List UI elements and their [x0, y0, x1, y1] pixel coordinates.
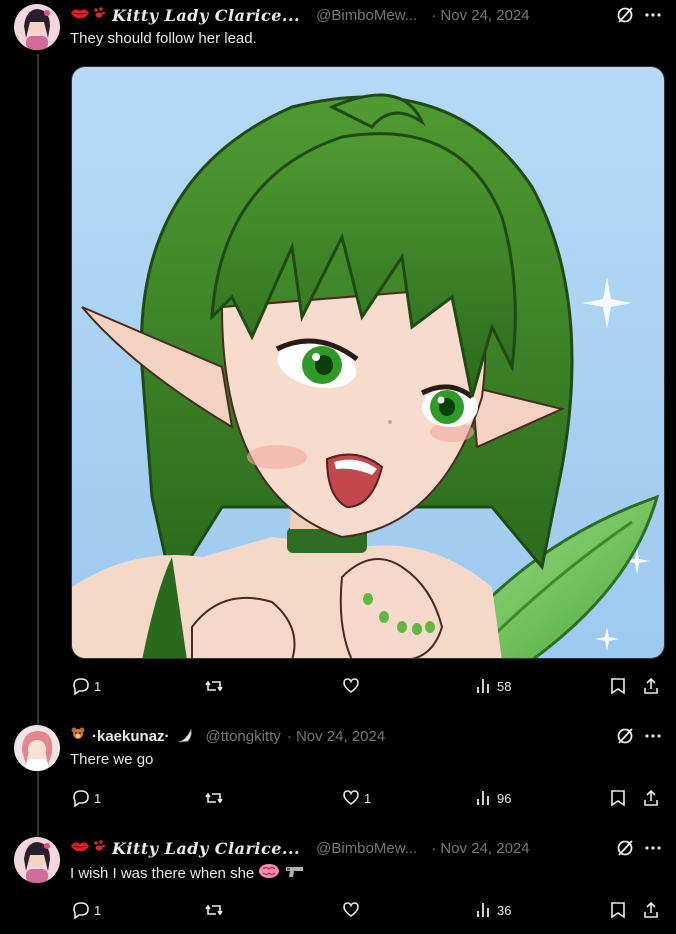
grok-icon[interactable] — [616, 727, 634, 745]
share-button[interactable] — [642, 899, 660, 921]
repost-icon — [205, 792, 223, 804]
share-icon — [644, 901, 658, 918]
avatar[interactable] — [14, 4, 60, 50]
header-actions — [616, 4, 662, 26]
reply-button[interactable]: 1 — [72, 787, 101, 809]
reply-button[interactable]: 1 — [72, 675, 101, 697]
post-text-row: I wish I was there when she — [70, 863, 306, 883]
lips-icon — [70, 6, 90, 24]
lips-icon — [70, 839, 90, 857]
repost-button[interactable] — [204, 675, 224, 697]
grok-icon[interactable] — [616, 6, 634, 24]
views-button[interactable]: 96 — [475, 787, 511, 809]
repost-button[interactable] — [204, 899, 224, 921]
heart-icon — [343, 790, 359, 805]
post-text: There we go — [70, 751, 154, 768]
share-icon — [644, 789, 658, 806]
post-date[interactable]: · Nov 24, 2024 — [431, 7, 529, 24]
reply-count: 1 — [94, 678, 102, 694]
views-count: 96 — [497, 790, 512, 806]
more-icon[interactable] — [644, 6, 662, 24]
views-button[interactable]: 36 — [475, 899, 511, 921]
views-icon — [477, 791, 489, 805]
bookmark-icon — [611, 902, 625, 919]
grok-icon[interactable] — [616, 839, 634, 857]
repost-icon — [205, 680, 223, 692]
post-actions: 1 58 — [70, 675, 662, 697]
paw-icon — [92, 6, 106, 24]
post-header: Kitty Lady Clarice... @BimboMew... · Nov… — [70, 4, 530, 26]
post-actions: 1 1 96 — [70, 787, 662, 809]
water-pistol-emoji — [284, 863, 306, 883]
heart-icon — [343, 902, 359, 917]
bookmark-button[interactable] — [610, 787, 626, 809]
user-handle[interactable]: @ttongkitty — [206, 728, 281, 745]
bookmark-button[interactable] — [610, 675, 626, 697]
reply-icon — [73, 902, 89, 919]
brain-emoji — [258, 863, 280, 883]
display-name[interactable]: ·kaekunaz· — [92, 728, 170, 745]
post-2[interactable]: ·kaekunaz· @ttongkitty · Nov 24, 2024 Th… — [0, 725, 676, 825]
like-button[interactable]: 1 — [342, 787, 371, 809]
more-icon[interactable] — [644, 839, 662, 857]
post-date[interactable]: · Nov 24, 2024 — [431, 840, 529, 857]
views-icon — [477, 903, 489, 917]
paw-icon — [92, 839, 106, 857]
name-decorations — [70, 726, 86, 746]
post-text: I wish I was there when she — [70, 864, 255, 882]
bookmark-icon — [611, 790, 625, 807]
heart-icon — [343, 678, 359, 693]
name-decorations — [70, 839, 106, 857]
like-button[interactable] — [342, 899, 360, 921]
reply-icon — [73, 790, 89, 807]
more-icon[interactable] — [644, 727, 662, 745]
views-icon — [477, 679, 489, 693]
post-actions: 1 36 — [70, 899, 662, 921]
views-button[interactable]: 58 — [475, 675, 511, 697]
post-media-image[interactable] — [71, 66, 665, 659]
avatar[interactable] — [14, 837, 60, 883]
bookmark-button[interactable] — [610, 899, 626, 921]
like-count: 1 — [364, 790, 372, 806]
post-header: ·kaekunaz· @ttongkitty · Nov 24, 2024 — [70, 725, 385, 747]
reply-button[interactable]: 1 — [72, 899, 101, 921]
teddy-bear-emoji — [70, 726, 86, 746]
share-button[interactable] — [642, 675, 660, 697]
name-decorations — [70, 6, 106, 24]
avatar[interactable] — [14, 725, 60, 771]
display-name[interactable]: Kitty Lady Clarice... — [112, 839, 300, 858]
repost-button[interactable] — [204, 787, 224, 809]
like-button[interactable] — [342, 675, 360, 697]
share-button[interactable] — [642, 787, 660, 809]
views-count: 36 — [497, 902, 512, 918]
user-handle[interactable]: @BimboMew... — [316, 7, 417, 24]
sparkle-emoji — [176, 728, 194, 744]
reply-count: 1 — [94, 902, 102, 918]
header-actions — [616, 725, 662, 747]
post-text: They should follow her lead. — [70, 30, 257, 47]
repost-icon — [205, 904, 223, 916]
user-handle[interactable]: @BimboMew... — [316, 840, 417, 857]
post-date[interactable]: · Nov 24, 2024 — [287, 728, 385, 745]
bookmark-icon — [611, 678, 625, 695]
share-icon — [644, 677, 658, 694]
views-count: 58 — [497, 678, 512, 694]
reply-icon — [73, 678, 89, 695]
reply-count: 1 — [94, 790, 102, 806]
post-header: Kitty Lady Clarice... @BimboMew... · Nov… — [70, 837, 530, 859]
display-name[interactable]: Kitty Lady Clarice... — [112, 6, 300, 25]
header-actions — [616, 837, 662, 859]
